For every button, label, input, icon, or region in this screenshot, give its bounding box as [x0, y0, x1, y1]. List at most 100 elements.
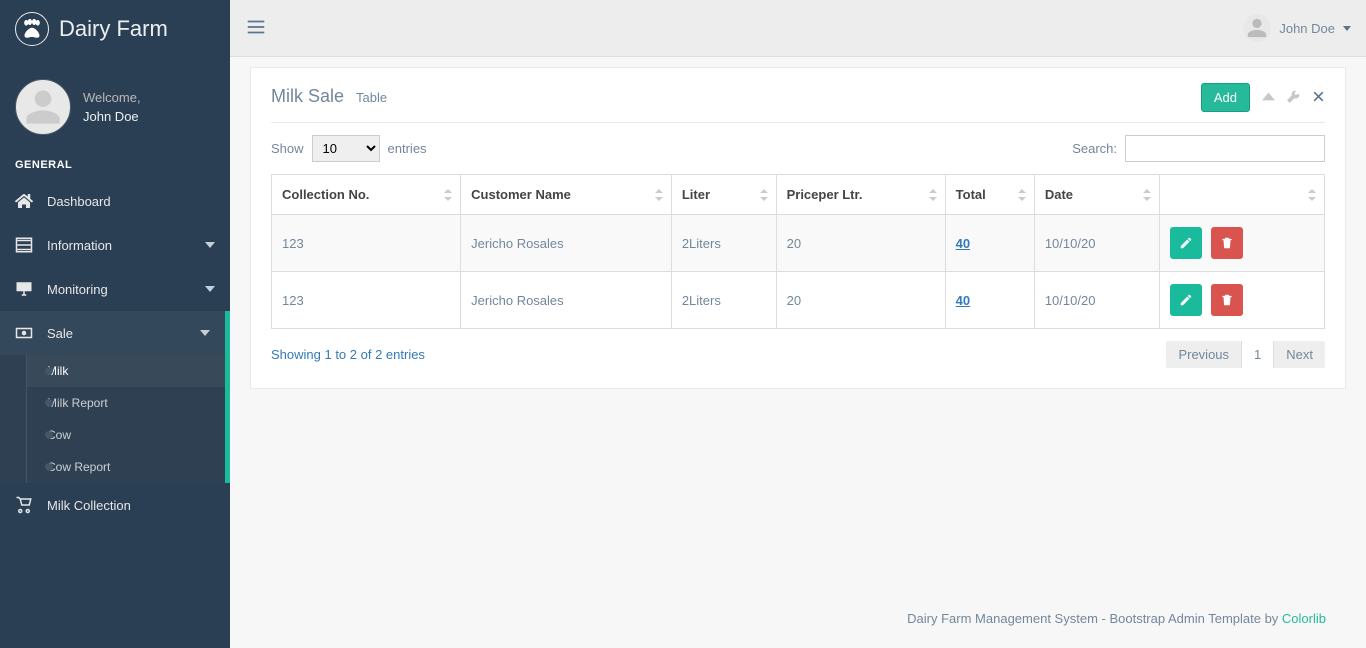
trash-icon: [1220, 236, 1234, 250]
footer-text: Dairy Farm Management System - Bootstrap…: [907, 611, 1282, 626]
topbar-username: John Doe: [1279, 21, 1335, 36]
pencil-icon: [1179, 293, 1193, 307]
money-icon: [15, 324, 33, 342]
cell-customer: Jericho Rosales: [461, 272, 672, 329]
list-icon: [15, 236, 33, 254]
nav-label: Dashboard: [47, 194, 111, 209]
nav-information[interactable]: Information: [0, 223, 230, 267]
datatable-controls: Show 10 entries Search:: [271, 123, 1325, 174]
pencil-icon: [1179, 236, 1193, 250]
panel-title: Milk Sale: [271, 86, 344, 107]
nav-label: Information: [47, 238, 112, 253]
nav-dashboard[interactable]: Dashboard: [0, 179, 230, 223]
nav-monitoring[interactable]: Monitoring: [0, 267, 230, 311]
nav: Dashboard Information Monitoring Sale Mi…: [0, 179, 230, 527]
table-row: 123 Jericho Rosales 2Liters 20 40 10/10/…: [272, 215, 1325, 272]
col-date[interactable]: Date: [1034, 175, 1159, 215]
trash-icon: [1220, 293, 1234, 307]
nav-sale[interactable]: Sale: [0, 311, 225, 355]
sort-icon: [1308, 189, 1316, 201]
collapse-link[interactable]: [1262, 90, 1275, 106]
cell-actions: [1159, 272, 1324, 329]
panel-header: Milk Sale Table Add: [271, 83, 1325, 123]
sort-icon: [655, 189, 663, 201]
col-liter[interactable]: Liter: [671, 175, 776, 215]
total-link[interactable]: 40: [956, 293, 970, 308]
col-actions[interactable]: [1159, 175, 1324, 215]
panel-milk-sale: Milk Sale Table Add Show 10 entries: [250, 67, 1346, 389]
nav-label: Monitoring: [47, 282, 108, 297]
footer: Dairy Farm Management System - Bootstrap…: [250, 599, 1346, 638]
chevron-down-icon: [205, 284, 215, 294]
edit-button[interactable]: [1170, 284, 1202, 316]
add-button[interactable]: Add: [1201, 83, 1250, 112]
datatable-footer: Showing 1 to 2 of 2 entries Previous 1 N…: [271, 329, 1325, 368]
cell-price: 20: [776, 272, 945, 329]
main: John Doe Milk Sale Table Add Show 1: [230, 0, 1366, 648]
nav-sale-cow[interactable]: Cow: [27, 419, 225, 451]
nav-sale-submenu: Milk Milk Report Cow Cow Report: [0, 355, 225, 483]
cell-date: 10/10/20: [1034, 215, 1159, 272]
chevron-down-icon: [200, 328, 210, 338]
pagination: Previous 1 Next: [1166, 341, 1325, 368]
sort-icon: [929, 189, 937, 201]
length-menu: Show 10 entries: [271, 135, 427, 162]
col-customer[interactable]: Customer Name: [461, 175, 672, 215]
col-price[interactable]: Priceper Ltr.: [776, 175, 945, 215]
sort-icon: [444, 189, 452, 201]
welcome-label: Welcome,: [83, 90, 141, 105]
panel-subtitle: Table: [356, 90, 387, 105]
brand-title: Dairy Farm: [59, 16, 168, 42]
nav-label: Sale: [47, 326, 73, 341]
nav-milk-collection[interactable]: Milk Collection: [0, 483, 230, 527]
col-collection[interactable]: Collection No.: [272, 175, 461, 215]
close-icon: [1312, 90, 1325, 103]
col-total[interactable]: Total: [945, 175, 1034, 215]
profile-name: John Doe: [83, 109, 141, 124]
menu-toggle[interactable]: [245, 16, 267, 41]
delete-button[interactable]: [1211, 284, 1243, 316]
sort-icon: [760, 189, 768, 201]
entries-label: entries: [388, 141, 427, 156]
search-input[interactable]: [1125, 135, 1325, 162]
table-row: 123 Jericho Rosales 2Liters 20 40 10/10/…: [272, 272, 1325, 329]
length-select[interactable]: 10: [312, 135, 380, 162]
delete-button[interactable]: [1211, 227, 1243, 259]
avatar: [15, 79, 71, 135]
nav-sale-milk-report[interactable]: Milk Report: [27, 387, 225, 419]
paw-icon: [15, 12, 49, 46]
avatar-small: [1243, 14, 1271, 42]
bars-icon: [245, 16, 267, 38]
pager-prev[interactable]: Previous: [1166, 341, 1241, 368]
total-link[interactable]: 40: [956, 236, 970, 251]
footer-link[interactable]: Colorlib: [1282, 611, 1326, 626]
pager-page[interactable]: 1: [1241, 341, 1274, 368]
cell-price: 20: [776, 215, 945, 272]
caret-down-icon: [1343, 26, 1351, 31]
brand[interactable]: Dairy Farm: [0, 0, 230, 59]
settings-link[interactable]: [1287, 90, 1300, 106]
cell-liter: 2Liters: [671, 215, 776, 272]
cell-date: 10/10/20: [1034, 272, 1159, 329]
edit-button[interactable]: [1170, 227, 1202, 259]
sidebar: Dairy Farm Welcome, John Doe GENERAL Das…: [0, 0, 230, 648]
chevron-up-icon: [1262, 90, 1275, 103]
cart-icon: [15, 496, 33, 514]
nav-section-title: GENERAL: [0, 145, 230, 179]
user-menu[interactable]: John Doe: [1243, 14, 1351, 42]
search-wrap: Search:: [1072, 135, 1325, 162]
panel-tools: Add: [1201, 83, 1325, 112]
pager-next[interactable]: Next: [1274, 341, 1325, 368]
cell-collection: 123: [272, 215, 461, 272]
chevron-down-icon: [205, 240, 215, 250]
show-label: Show: [271, 141, 304, 156]
topbar: John Doe: [230, 0, 1366, 57]
search-label: Search:: [1072, 141, 1117, 156]
close-link[interactable]: [1312, 90, 1325, 106]
milk-sale-table: Collection No. Customer Name Liter Price…: [271, 174, 1325, 329]
nav-sale-cow-report[interactable]: Cow Report: [27, 451, 225, 483]
nav-label: Milk Collection: [47, 498, 131, 513]
desktop-icon: [15, 280, 33, 298]
content: Milk Sale Table Add Show 10 entries: [230, 57, 1366, 648]
nav-sale-milk[interactable]: Milk: [27, 355, 225, 387]
